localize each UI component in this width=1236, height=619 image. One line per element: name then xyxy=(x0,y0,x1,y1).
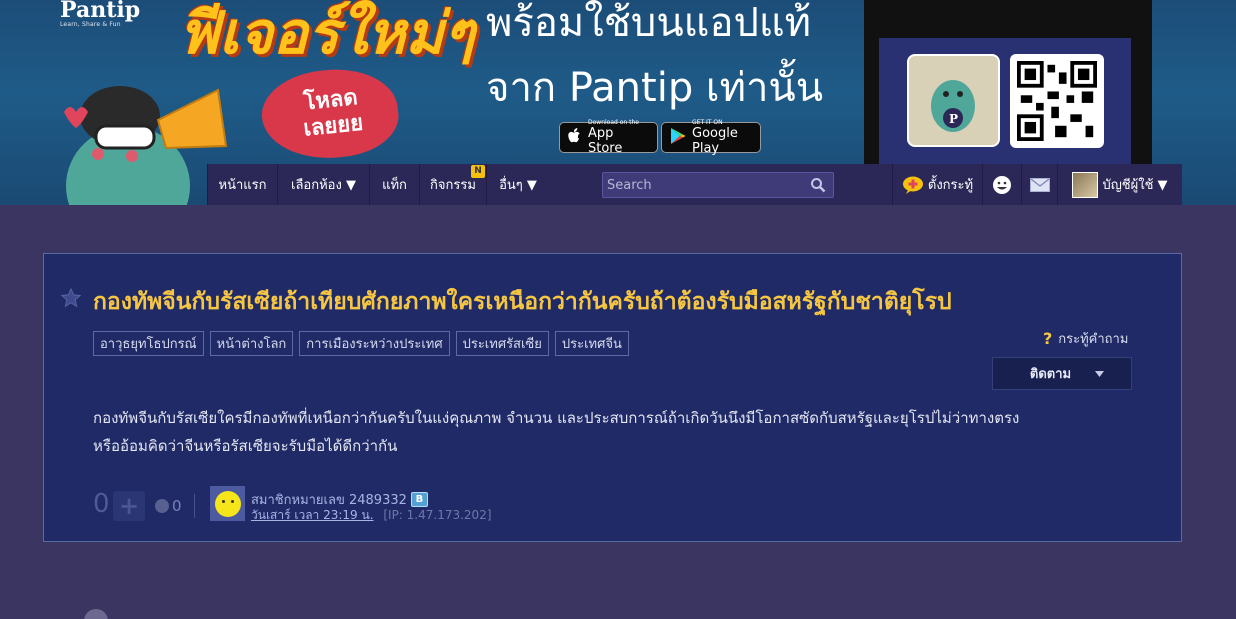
mail-icon xyxy=(1029,177,1050,192)
nav-more[interactable]: อื่นๆ ▼ xyxy=(486,164,549,205)
tag-international-politics[interactable]: การเมืองระหว่างประเทศ xyxy=(299,331,450,356)
emotion-count: 0 xyxy=(172,497,182,515)
appstore-label: App Store xyxy=(588,126,623,156)
next-item-avatar xyxy=(84,609,108,619)
topic-body-line-2: หรืออ้อมคิดว่าจีนหรือรัสเซียจะรับมือได้ด… xyxy=(93,437,398,455)
divider xyxy=(194,494,195,518)
tag-russia[interactable]: ประเทศรัสเซีย xyxy=(455,331,549,356)
feature-heading: ฟีเจอร์ใหม่ๆ xyxy=(178,0,475,67)
nav-home[interactable]: หน้าแรก xyxy=(207,164,277,205)
star-icon[interactable] xyxy=(60,287,82,309)
tag-world[interactable]: หน้าต่างโลก xyxy=(209,331,294,356)
topic-body: กองทัพจีนกับรัสเซียใครมีกองทัพที่เหนือกว… xyxy=(93,404,1133,460)
pantip-app-icon: P xyxy=(907,54,1000,147)
pantip-logo[interactable]: Pantip Learn, Share & Fun xyxy=(60,0,144,30)
nav-rooms[interactable]: เลือกห้อง ▼ xyxy=(277,164,369,205)
topic-type-label: กระทู้คำถาม xyxy=(1058,332,1129,347)
svg-text:P: P xyxy=(949,112,958,126)
topic-type: ? กระทู้คำถาม xyxy=(1043,328,1128,349)
googleplay-small-text: GET IT ON xyxy=(692,119,723,126)
emoticon-icon xyxy=(993,175,1011,194)
promo-line-2: จาก Pantip เท่านั้น xyxy=(486,65,824,111)
nav-activities[interactable]: กิจกรรม N xyxy=(419,164,486,205)
smiley-icon xyxy=(214,490,241,517)
download-bubble-text: โหลดเลยยย xyxy=(302,85,365,142)
plus-vote-button[interactable]: + xyxy=(113,491,145,521)
emotion-button[interactable]: 0 xyxy=(155,497,182,515)
nav-new-topic[interactable]: ตั้งกระทู้ xyxy=(892,164,982,205)
vote-count: 0 xyxy=(93,489,110,519)
nav-tags[interactable]: แท็ก xyxy=(369,164,419,205)
new-topic-icon xyxy=(902,176,923,194)
new-badge: N xyxy=(471,165,485,178)
new-topic-label: ตั้งกระทู้ xyxy=(927,178,974,193)
googleplay-label: Google Play xyxy=(692,126,738,156)
post-ip: [IP: 1.47.173.202] xyxy=(383,508,492,522)
search-box xyxy=(602,172,834,198)
search-icon[interactable] xyxy=(810,177,826,193)
promo-line-1: พร้อมใช้บนแอปแท้ xyxy=(486,0,811,46)
search-input[interactable] xyxy=(603,173,803,197)
tag-weapons[interactable]: อาวุธยุทโธปกรณ์ xyxy=(93,331,204,356)
google-play-icon xyxy=(670,127,686,149)
follow-button[interactable]: ติดตาม xyxy=(992,357,1132,390)
post-meta: วันเสาร์ เวลา 23:19 น. [IP: 1.47.173.202… xyxy=(251,506,492,525)
google-play-button[interactable]: GET IT ON Google Play xyxy=(661,119,761,156)
nav-notification[interactable] xyxy=(982,164,1021,205)
follow-label: ติดตาม xyxy=(1029,367,1072,382)
topic-tags: อาวุธยุทโธปกรณ์ หน้าต่างโลก การเมืองระหว… xyxy=(93,331,629,356)
apple-icon xyxy=(568,127,582,148)
account-label: บัญชีผู้ใช้ ▼ xyxy=(1102,178,1168,193)
topic-body-line-1: กองทัพจีนกับรัสเซียใครมีกองทัพที่เหนือกว… xyxy=(93,409,1020,427)
author-avatar[interactable] xyxy=(210,486,245,521)
qr-code-icon xyxy=(1010,54,1104,148)
post-time[interactable]: วันเสาร์ เวลา 23:19 น. xyxy=(251,508,374,522)
nav-messages[interactable] xyxy=(1021,164,1057,205)
nav-account[interactable]: บัญชีผู้ใช้ ▼ xyxy=(1057,164,1182,205)
emotion-icon xyxy=(155,499,169,513)
member-badge: B xyxy=(410,492,428,507)
app-store-button[interactable]: Download on the App Store xyxy=(559,119,658,156)
question-mark-icon: ? xyxy=(1043,329,1053,348)
nav-activities-label: กิจกรรม xyxy=(430,178,476,193)
chevron-down-icon xyxy=(1095,370,1105,377)
tag-china[interactable]: ประเทศจีน xyxy=(554,331,629,356)
account-avatar xyxy=(1072,171,1099,198)
topic-title: กองทัพจีนกับรัสเซียถ้าเทียบศักยภาพใครเหน… xyxy=(93,289,952,315)
appstore-small-text: Download on the xyxy=(588,119,639,126)
